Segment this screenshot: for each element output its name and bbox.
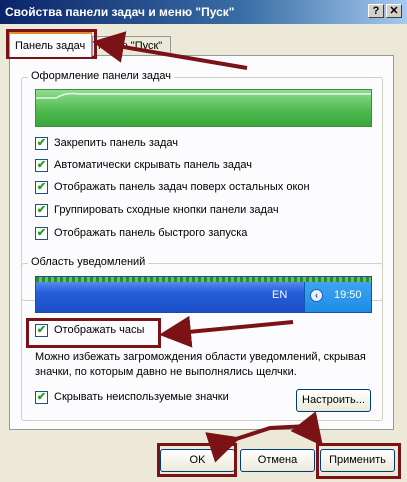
- language-indicator: EN: [272, 289, 288, 301]
- help-button[interactable]: ?: [368, 4, 384, 18]
- checkbox[interactable]: ✔: [35, 391, 48, 404]
- option-label: Закрепить панель задач: [54, 137, 179, 149]
- option-label: Отображать панель задач поверх остальных…: [54, 181, 310, 193]
- tab-panel: Оформление панели задач ✔ Закрепить пане…: [9, 55, 394, 430]
- preview-highlight: [36, 92, 371, 99]
- option-label: Отображать панель быстрого запуска: [54, 227, 248, 239]
- option-label: Автоматически скрывать панель задач: [54, 159, 253, 171]
- checkbox[interactable]: ✔: [35, 227, 48, 240]
- option-label: Группировать сходные кнопки панели задач: [54, 204, 279, 216]
- checkbox[interactable]: ✔: [35, 181, 48, 194]
- cancel-button[interactable]: Отмена: [240, 449, 315, 472]
- customize-button[interactable]: Настроить...: [296, 389, 371, 412]
- taskbar-properties-dialog: Свойства панели задач и меню "Пуск" ? ✕ …: [0, 0, 407, 482]
- notification-area-legend: Область уведомлений: [28, 256, 149, 268]
- notification-preview: EN ‹ 19:50: [35, 276, 372, 313]
- checkbox[interactable]: ✔: [35, 137, 48, 150]
- clock: 19:50: [334, 289, 362, 301]
- close-button[interactable]: ✕: [386, 4, 402, 18]
- checkbox[interactable]: ✔: [35, 204, 48, 217]
- window-title: Свойства панели задач и меню "Пуск": [5, 5, 235, 19]
- tab-taskbar[interactable]: Панель задач: [9, 32, 92, 57]
- title-bar[interactable]: Свойства панели задач и меню "Пуск" ? ✕: [0, 0, 407, 24]
- checkbox[interactable]: ✔: [35, 159, 48, 172]
- option-label: Скрывать неиспользуемые значки: [54, 391, 229, 403]
- annotation-box-apply: [316, 443, 401, 479]
- notification-description: Можно избежать загромождения области уве…: [35, 351, 366, 378]
- taskbar-appearance-legend: Оформление панели задач: [28, 70, 175, 82]
- annotation-box-ok: [157, 443, 237, 477]
- taskbar-preview: [35, 89, 372, 127]
- annotation-box-clock: [26, 318, 161, 348]
- expand-tray-icon[interactable]: ‹: [310, 289, 323, 302]
- tab-start-menu[interactable]: Меню "Пуск": [92, 36, 171, 56]
